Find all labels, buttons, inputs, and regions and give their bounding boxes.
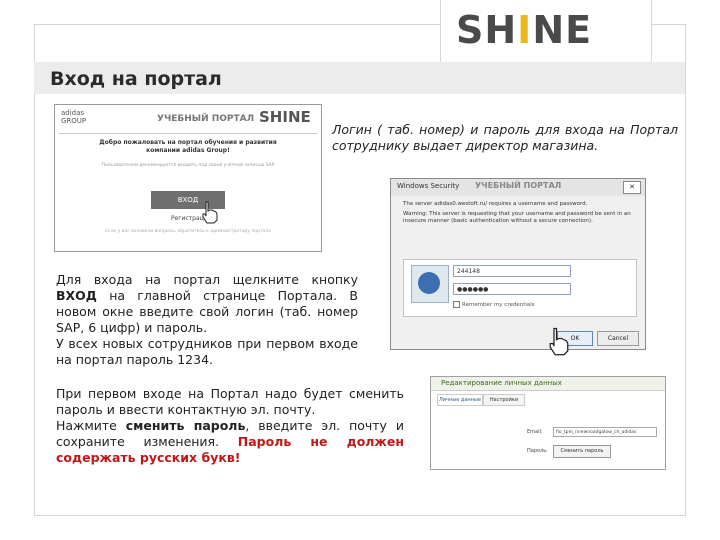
logo-part: NE [532, 8, 593, 52]
footer-text: Если у вас возникли вопросы, обратитесь … [105, 229, 271, 234]
brand-subtext: GROUP [61, 117, 87, 125]
divider [59, 133, 317, 134]
instr-text: У всех новых сотрудников при первом вход… [56, 336, 358, 367]
logo-figure: I [517, 8, 533, 52]
info-text: Пользователям рекомендуется входить под … [101, 163, 275, 168]
portal-title-overlay: УЧЕБНЫЙ ПОРТАЛ [475, 181, 562, 190]
username-field[interactable]: 244148 [453, 265, 571, 277]
hand-cursor-icon [549, 327, 569, 356]
password-instructions: При первом входе на Портал надо будет см… [56, 386, 404, 466]
email-label: Email: [527, 429, 543, 435]
dialog-warning: Warning: This server is requesting that … [403, 211, 631, 224]
brand-text: adidas [61, 109, 85, 117]
slide-title: Вход на портал [50, 68, 222, 90]
panel-title: Редактирование личных данных [441, 379, 562, 387]
remember-checkbox[interactable]: Remember my credentials [453, 301, 535, 308]
cancel-button[interactable]: Cancel [597, 331, 639, 346]
close-icon[interactable]: ✕ [623, 181, 641, 194]
instr-bold: сменить пароль [125, 418, 246, 433]
password-label: Пароль: [527, 448, 548, 454]
instr-text: При первом входе на Портал надо будет см… [56, 386, 404, 417]
dialog-title: Windows Security [397, 182, 460, 190]
email-field[interactable]: fio_tpm_nnewnoadgalow_ch_adidas [553, 427, 657, 437]
checkbox-icon[interactable] [453, 301, 460, 308]
windows-orb-icon [418, 272, 440, 294]
instr-text: Для входа на портал щелкните кнопку [56, 272, 358, 287]
tab-personal-data[interactable]: Личные данные [437, 394, 483, 406]
instr-text: на главной странице Портала. В новом окн… [56, 288, 358, 335]
windows-security-screenshot: Windows Security УЧЕБНЫЙ ПОРТАЛ ✕ The se… [390, 178, 646, 350]
portal-screenshot: adidas GROUP УЧЕБНЫЙ ПОРТАЛ SHINE Добро п… [54, 104, 322, 252]
login-info-text: Логин ( таб. номер) и пароль для входа н… [332, 122, 678, 153]
login-instructions: Для входа на портал щелкните кнопку ВХОД… [56, 272, 358, 368]
remember-label: Remember my credentials [462, 302, 535, 308]
shine-logo: SHINE [456, 8, 592, 52]
edit-profile-screenshot: Редактирование личных данных Личные данн… [430, 376, 666, 470]
dialog-message: The server adidas0.westoft.ru/ requires … [403, 201, 588, 207]
portal-logo: SHINE [259, 108, 311, 126]
change-password-button[interactable]: Сменить пароль [553, 445, 611, 458]
adidas-logo: adidas GROUP [61, 109, 86, 125]
instr-bold: ВХОД [56, 288, 97, 303]
instr-text: Нажмите [56, 418, 126, 433]
portal-title: УЧЕБНЫЙ ПОРТАЛ [157, 114, 255, 124]
hand-cursor-icon [202, 201, 218, 224]
tab-settings[interactable]: Настройки [483, 394, 525, 406]
logo-part: SH [456, 8, 518, 52]
password-field[interactable]: ●●●●●● [453, 283, 571, 295]
welcome-text: Добро пожаловать на портал обучения и ра… [99, 139, 277, 154]
